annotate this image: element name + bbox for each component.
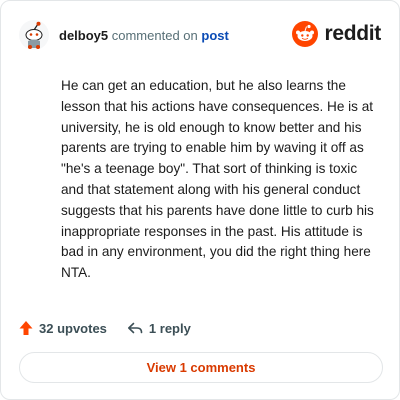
view-comments-button[interactable]: View 1 comments (19, 352, 383, 383)
comment-card: delboy5 commented on post reddit He can … (0, 0, 400, 400)
upvote-arrow-icon (19, 321, 33, 335)
reddit-logo-icon (292, 21, 319, 47)
reddit-brand[interactable]: reddit (292, 21, 381, 47)
upvote-button[interactable]: 32 upvotes (19, 320, 107, 336)
comment-body: He can get an education, but he also lea… (61, 78, 374, 281)
action-text: commented on (111, 27, 198, 43)
post-link[interactable]: post (201, 28, 228, 43)
comment-meta: delboy5 commented on post (59, 28, 229, 43)
reply-arrow-icon (127, 322, 143, 334)
upvote-count: 32 upvotes (39, 320, 107, 336)
username[interactable]: delboy5 (59, 28, 108, 43)
brand-name: reddit (324, 22, 381, 45)
reply-button[interactable]: 1 reply (127, 321, 191, 336)
reply-count: 1 reply (148, 320, 191, 336)
comment-actions: 32 upvotes 1 reply (19, 317, 191, 339)
comment-header: delboy5 commented on post reddit (19, 19, 381, 51)
user-avatar[interactable] (19, 20, 49, 50)
